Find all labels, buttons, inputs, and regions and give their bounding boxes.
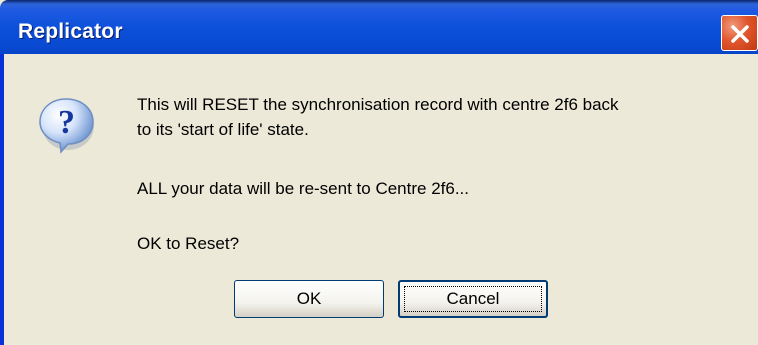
close-icon (731, 25, 749, 43)
message-line-3: ALL your data will be re-sent to Centre … (137, 179, 469, 198)
question-icon: ? (39, 98, 94, 154)
cancel-button[interactable]: Cancel (398, 280, 548, 318)
title-bar[interactable]: Replicator (0, 0, 758, 54)
message-line-4: OK to Reset? (137, 234, 240, 253)
ok-button-label: OK (296, 289, 322, 308)
close-button[interactable] (721, 15, 758, 51)
ok-button[interactable]: OK (234, 280, 384, 318)
message-line-2: to its 'start of life' state. (137, 120, 309, 139)
svg-text:?: ? (58, 104, 75, 141)
window-left-border (0, 54, 4, 345)
window-title: Replicator (18, 20, 123, 43)
cancel-button-label: Cancel (446, 289, 500, 308)
message-line-1: This will RESET the synchronisation reco… (137, 95, 619, 114)
replicator-dialog: Replicator ? This will RESET the synchro… (0, 0, 758, 345)
